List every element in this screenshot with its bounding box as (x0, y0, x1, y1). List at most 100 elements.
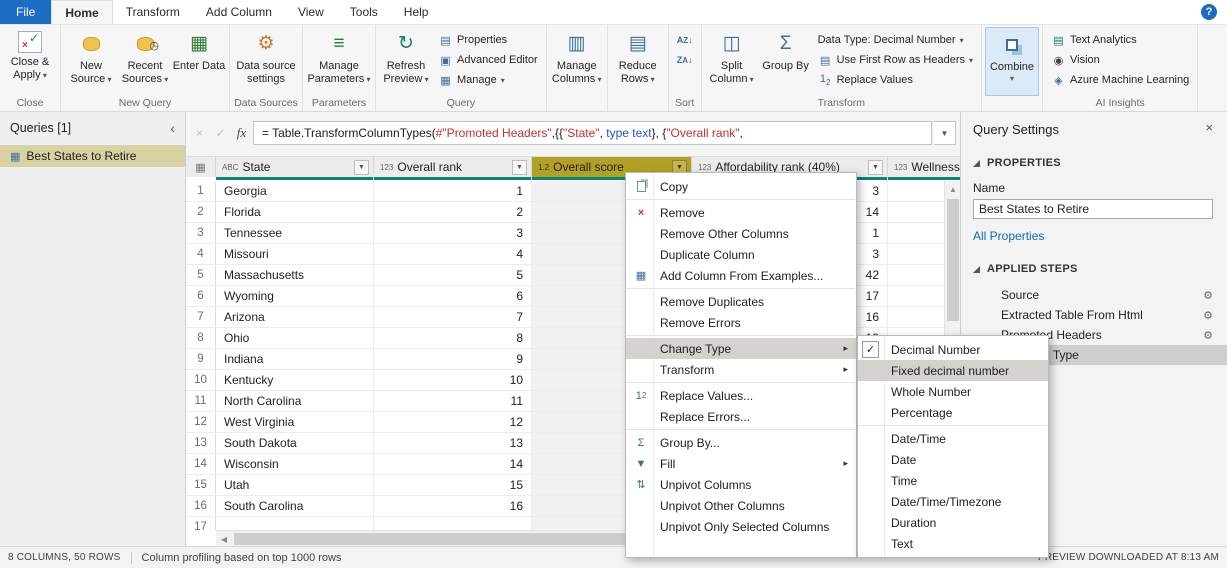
row-number[interactable]: 16 (186, 496, 216, 516)
help-icon[interactable]: ? (1201, 4, 1217, 20)
tab-help[interactable]: Help (391, 0, 442, 24)
cell[interactable]: Ohio (216, 328, 374, 348)
column-header-state[interactable]: ABCState▼ (216, 157, 374, 177)
applied-step-extracted-table-from-html[interactable]: Extracted Table From Html⚙ (961, 305, 1227, 325)
commit-formula-icon[interactable]: ✓ (211, 123, 230, 143)
menu-item-replace-values[interactable]: 12Replace Values... (626, 385, 856, 406)
use-first-row-as-headers-button[interactable]: ▤Use First Row as Headers▾ (813, 50, 978, 70)
properties-section-header[interactable]: PROPERTIES (961, 157, 1227, 169)
settings-gear-icon[interactable]: ⚙ (1203, 309, 1213, 322)
cell[interactable]: Arizona (216, 307, 374, 327)
tab-home[interactable]: Home (51, 0, 112, 24)
cell[interactable]: North Carolina (216, 391, 374, 411)
cell[interactable]: Florida (216, 202, 374, 222)
manage-button[interactable]: ▦Manage▾ (433, 70, 543, 90)
column-filter-icon[interactable]: ▼ (868, 160, 883, 175)
applied-step-source[interactable]: Source⚙ (961, 285, 1227, 305)
cell[interactable]: 16 (374, 496, 532, 516)
row-number[interactable]: 3 (186, 223, 216, 243)
cell[interactable] (216, 517, 374, 530)
row-number[interactable]: 6 (186, 286, 216, 306)
row-number[interactable]: 5 (186, 265, 216, 285)
row-number[interactable]: 4 (186, 244, 216, 264)
menu-item-fill[interactable]: ▼Fill▸ (626, 453, 856, 474)
recent-sources-button[interactable]: ◷ Recent Sources ▾ (118, 27, 172, 96)
text-analytics-button[interactable]: ▤Text Analytics (1046, 30, 1194, 50)
submenu-item-date-time[interactable]: Date/Time (858, 428, 1048, 449)
properties-button[interactable]: ▤Properties (433, 30, 543, 50)
replace-values-button[interactable]: 12Replace Values (813, 70, 978, 90)
cell[interactable]: 6 (374, 286, 532, 306)
menu-item-unpivot-only-selected-columns[interactable]: Unpivot Only Selected Columns (626, 516, 856, 537)
manage-columns-button[interactable]: ▥ Manage Columns ▾ (550, 27, 604, 96)
row-number[interactable]: 1 (186, 181, 216, 201)
cell[interactable]: Tennessee (216, 223, 374, 243)
cell[interactable]: 3 (374, 223, 532, 243)
close-and-apply-button[interactable]: ×✓ Close & Apply ▾ (3, 27, 57, 96)
cell[interactable]: 11 (374, 391, 532, 411)
cell[interactable]: 4 (374, 244, 532, 264)
scroll-left-icon[interactable]: ◀ (216, 531, 232, 546)
formula-input[interactable]: = Table.TransformColumnTypes(#"Promoted … (253, 121, 932, 145)
cell[interactable]: 13 (374, 433, 532, 453)
group-by-button[interactable]: Σ Group By (759, 27, 813, 96)
cell[interactable]: Wyoming (216, 286, 374, 306)
all-properties-link[interactable]: All Properties (961, 219, 1227, 243)
submenu-item-text[interactable]: Text (858, 533, 1048, 554)
menu-item-transform[interactable]: Transform▸ (626, 359, 856, 380)
cell[interactable]: 9 (374, 349, 532, 369)
row-number[interactable]: 17 (186, 517, 216, 530)
cell[interactable]: Utah (216, 475, 374, 495)
submenu-item-date-time-timezone[interactable]: Date/Time/Timezone (858, 491, 1048, 512)
menu-item-unpivot-columns[interactable]: ⇅Unpivot Columns (626, 474, 856, 495)
reduce-rows-button[interactable]: ▤ Reduce Rows ▾ (611, 27, 665, 96)
table-menu-button[interactable]: ▦ (186, 157, 216, 177)
cell[interactable]: Indiana (216, 349, 374, 369)
submenu-item-percentage[interactable]: Percentage (858, 402, 1048, 423)
close-icon[interactable]: × (1205, 122, 1213, 134)
new-source-button[interactable]: New Source ▾ (64, 27, 118, 96)
submenu-item-duration[interactable]: Duration (858, 512, 1048, 533)
expand-formula-bar-button[interactable]: ▼ (934, 121, 956, 145)
cell[interactable]: 10 (374, 370, 532, 390)
cell[interactable]: Missouri (216, 244, 374, 264)
query-name-input[interactable] (973, 199, 1213, 219)
split-column-button[interactable]: ◫ Split Column ▾ (705, 27, 759, 96)
row-number[interactable]: 2 (186, 202, 216, 222)
menu-item-remove-errors[interactable]: Remove Errors (626, 312, 856, 333)
row-number[interactable]: 15 (186, 475, 216, 495)
menu-item-add-column-from-examples[interactable]: ▦Add Column From Examples... (626, 265, 856, 286)
row-number[interactable]: 9 (186, 349, 216, 369)
refresh-preview-button[interactable]: ↻ Refresh Preview ▾ (379, 27, 433, 96)
vertical-scrollbar-thumb[interactable] (947, 199, 959, 321)
row-number[interactable]: 14 (186, 454, 216, 474)
menu-item-copy[interactable]: Copy (626, 176, 856, 197)
row-number[interactable]: 13 (186, 433, 216, 453)
tab-add-column[interactable]: Add Column (193, 0, 285, 24)
menu-item-duplicate-column[interactable]: Duplicate Column (626, 244, 856, 265)
cell[interactable]: West Virginia (216, 412, 374, 432)
cell[interactable]: South Dakota (216, 433, 374, 453)
cell[interactable] (374, 517, 532, 530)
cell[interactable]: 2 (374, 202, 532, 222)
scroll-up-icon[interactable]: ▲ (945, 181, 960, 197)
cell[interactable]: 7 (374, 307, 532, 327)
menu-item-remove[interactable]: ×Remove (626, 202, 856, 223)
cancel-formula-icon[interactable]: × (190, 123, 209, 143)
menu-item-change-type[interactable]: Change Type▸ (626, 338, 856, 359)
row-number[interactable]: 10 (186, 370, 216, 390)
submenu-item-whole-number[interactable]: Whole Number (858, 381, 1048, 402)
fx-icon[interactable]: fx (232, 123, 251, 143)
menu-item-remove-other-columns[interactable]: Remove Other Columns (626, 223, 856, 244)
menu-item-remove-duplicates[interactable]: Remove Duplicates (626, 291, 856, 312)
tab-view[interactable]: View (285, 0, 337, 24)
row-number[interactable]: 8 (186, 328, 216, 348)
applied-steps-section-header[interactable]: APPLIED STEPS (961, 263, 1227, 275)
cell[interactable]: 12 (374, 412, 532, 432)
column-profiling-status[interactable]: Column profiling based on top 1000 rows (142, 552, 342, 564)
submenu-item-time[interactable]: Time (858, 470, 1048, 491)
azure-machine-learning-button[interactable]: ◈Azure Machine Learning (1046, 70, 1194, 90)
menu-item-unpivot-other-columns[interactable]: Unpivot Other Columns (626, 495, 856, 516)
column-header-wellness[interactable]: 123Wellness▼ (888, 157, 960, 177)
settings-gear-icon[interactable]: ⚙ (1203, 329, 1213, 342)
